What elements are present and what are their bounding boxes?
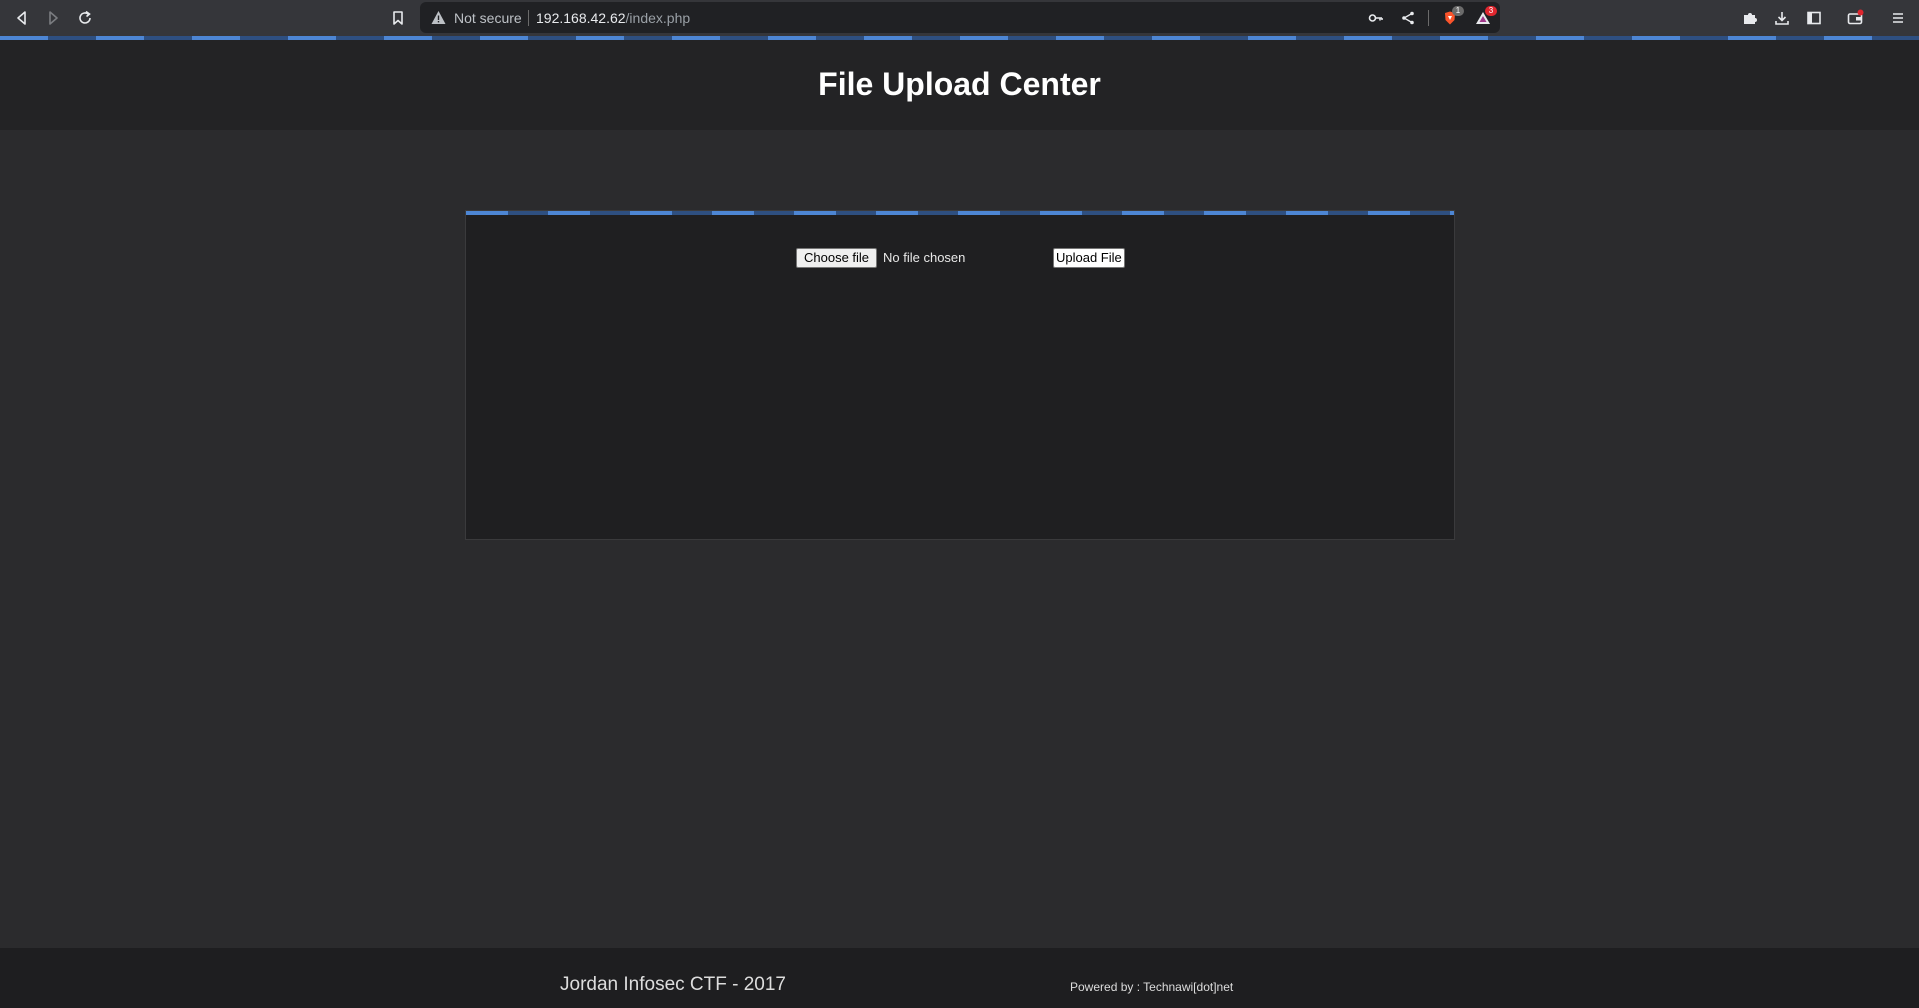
sidebar-toggle-button[interactable] (1802, 6, 1826, 30)
brave-shields-button[interactable]: 1 (1439, 6, 1464, 29)
page-header: File Upload Center (0, 40, 1919, 130)
address-bar[interactable]: Not secure 192.168.42.62/index.php 1 3 (420, 2, 1500, 33)
brave-shields-badge: 1 (1452, 6, 1464, 16)
wallet-button[interactable] (1843, 6, 1867, 30)
browser-toolbar: Not secure 192.168.42.62/index.php 1 3 (0, 0, 1919, 36)
sidebar-icon (1807, 11, 1821, 25)
main-menu-button[interactable] (1886, 6, 1910, 30)
rewards-badge: 3 (1485, 6, 1497, 16)
brave-rewards-button[interactable]: 3 (1472, 6, 1497, 29)
url-host: 192.168.42.62 (536, 10, 626, 26)
puzzle-icon (1744, 13, 1757, 24)
footer-ctf-text: Jordan Infosec CTF - 2017 (560, 974, 786, 995)
choose-file-button[interactable]: Choose file (796, 248, 878, 268)
back-button[interactable] (10, 6, 34, 30)
wallet-icon (1847, 9, 1864, 25)
url-text[interactable]: 192.168.42.62/index.php (536, 10, 690, 26)
url-path: /index.php (625, 10, 691, 26)
omnibox-separator (1428, 10, 1429, 26)
panel-accent-stripe (466, 211, 1454, 215)
file-status-text: No file chosen (883, 250, 966, 265)
hamburger-menu-icon (1893, 13, 1903, 23)
key-icon (1368, 14, 1383, 22)
security-indicator[interactable]: Not secure (454, 10, 522, 26)
footer-powered-by: Powered by : Technawi[dot]net (1070, 980, 1234, 994)
back-arrow-icon (17, 11, 26, 25)
address-separator (528, 10, 529, 26)
reload-icon (79, 10, 91, 24)
page-title: File Upload Center (818, 66, 1101, 102)
bookmark-icon (393, 11, 403, 25)
page-footer: Jordan Infosec CTF - 2017 Powered by : T… (0, 948, 1919, 1008)
password-key-button[interactable] (1365, 7, 1387, 29)
bookmark-button[interactable] (386, 6, 410, 30)
share-icon (1402, 11, 1414, 25)
upload-panel: Choose file No file chosen Upload File (465, 210, 1455, 540)
forward-arrow-icon (49, 11, 58, 25)
downloads-button[interactable] (1770, 6, 1794, 30)
forward-button[interactable] (41, 6, 65, 30)
download-icon (1775, 12, 1789, 25)
warning-triangle-icon (431, 11, 446, 24)
share-button[interactable] (1397, 7, 1419, 29)
upload-file-button[interactable]: Upload File (1053, 248, 1125, 268)
reload-button[interactable] (73, 6, 97, 30)
extensions-button[interactable] (1738, 6, 1762, 30)
